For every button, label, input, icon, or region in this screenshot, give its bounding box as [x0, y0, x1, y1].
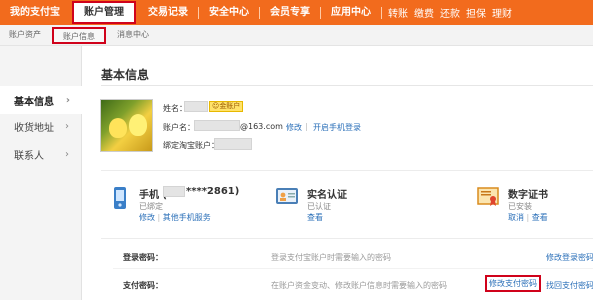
main-content: 基本信息 姓名： ☺金账户 账户名： @163.com 修改 | 开启手机登录 … [83, 46, 593, 300]
nav-member-exclusive[interactable]: 会员专享 [260, 0, 320, 25]
modify-payment-password-link[interactable]: 修改支付密码 [485, 275, 541, 292]
retrieve-payment-password-link[interactable]: 找回支付密码 [546, 280, 593, 291]
chevron-right-icon: › [65, 120, 69, 132]
login-password-label: 登录密码： [123, 253, 163, 262]
certificate-status: 已安装 [508, 202, 532, 211]
avatar-chick-left [109, 118, 127, 138]
avatar-chick-right [129, 114, 147, 136]
modify-account-link[interactable]: 修改 [286, 122, 302, 133]
account-name-label: 账户名： [163, 123, 195, 132]
phone-links: 修改 | 其他手机服务 [139, 212, 211, 223]
payment-password-label: 支付密码： [123, 281, 163, 290]
chevron-right-icon: › [65, 148, 69, 160]
id-card-icon [275, 186, 299, 210]
nav-security-center[interactable]: 安全中心 [199, 0, 259, 25]
account-email-suffix: @163.com [240, 122, 283, 131]
masked-account [194, 120, 240, 131]
other-phone-services-link[interactable]: 其他手机服务 [163, 213, 211, 222]
subnav-account-assets[interactable]: 账户资产 [0, 27, 50, 44]
sidebar-item-basic-info[interactable]: 基本信息 › [0, 86, 83, 114]
enable-phone-login-link[interactable]: 开启手机登录 [313, 122, 361, 133]
modify-login-password-link[interactable]: 修改登录密码 [546, 252, 593, 263]
top-navigation-bar: 我的支付宝 账户管理 交易记录 安全中心 会员专享 应用中心 转账 缴费 还款 … [0, 0, 593, 25]
phone-status: 已绑定 [139, 202, 163, 211]
gold-account-badge: ☺金账户 [209, 101, 244, 112]
chevron-right-icon: › [65, 94, 70, 106]
sub-navigation-bar: 账户资产 账户信息 消息中心 [0, 25, 593, 46]
link-divider: | [305, 122, 308, 131]
view-certificate-link[interactable]: 查看 [532, 213, 548, 222]
subnav-account-info[interactable]: 账户信息 [52, 26, 106, 44]
certificate-links: 取消 | 查看 [508, 212, 548, 223]
nav-account-management[interactable]: 账户管理 [72, 1, 136, 24]
sidebar-item-contacts[interactable]: 联系人 › [0, 140, 82, 168]
sidebar-item-label: 联系人 [14, 150, 44, 162]
subnav-message-center[interactable]: 消息中心 [108, 27, 158, 44]
link-divider: | [157, 213, 161, 222]
title-divider [101, 85, 593, 86]
link-divider: | [526, 213, 530, 222]
payment-password-desc: 在账户资金变动、修改账户信息时需要输入的密码 [271, 281, 447, 290]
real-name-status: 已认证 [307, 202, 331, 211]
quick-links: 转账 缴费 还款 担保 理财 [382, 5, 512, 20]
sidebar-item-label: 收货地址 [14, 122, 54, 134]
nav-transaction-records[interactable]: 交易记录 [138, 0, 198, 25]
section-divider [101, 238, 593, 239]
row-divider [113, 268, 593, 269]
cancel-certificate-link[interactable]: 取消 [508, 213, 524, 222]
certificate-icon [476, 186, 500, 210]
masked-phone-number [163, 186, 185, 197]
masked-name [184, 101, 208, 112]
quick-link-wealth[interactable]: 理财 [492, 5, 512, 20]
nav-app-center[interactable]: 应用中心 [321, 0, 381, 25]
login-password-desc: 登录支付宝账户时需要输入的密码 [271, 253, 391, 262]
section-divider [101, 170, 593, 171]
page-title: 基本信息 [101, 68, 150, 82]
sidebar: 基本信息 › 收货地址 › 联系人 › [0, 46, 83, 300]
mobile-phone-icon [110, 186, 130, 210]
phone-card-title-suffix: ****2861) [186, 186, 240, 197]
masked-taobao-account [214, 138, 252, 150]
certificate-card-title: 数字证书 [508, 190, 548, 201]
quick-link-pay-bills[interactable]: 缴费 [414, 5, 434, 20]
avatar[interactable] [100, 99, 153, 152]
quick-link-transfer[interactable]: 转账 [388, 5, 408, 20]
sidebar-item-shipping-address[interactable]: 收货地址 › [0, 112, 82, 140]
modify-phone-link[interactable]: 修改 [139, 213, 155, 222]
real-name-card-title: 实名认证 [307, 190, 347, 201]
taobao-account-label: 绑定淘宝账户： [163, 141, 219, 150]
nav-my-alipay[interactable]: 我的支付宝 [0, 0, 70, 25]
quick-link-escrow[interactable]: 担保 [466, 5, 486, 20]
view-real-name-link[interactable]: 查看 [307, 212, 323, 223]
sidebar-item-label: 基本信息 [14, 96, 54, 108]
quick-link-repay[interactable]: 还款 [440, 5, 460, 20]
